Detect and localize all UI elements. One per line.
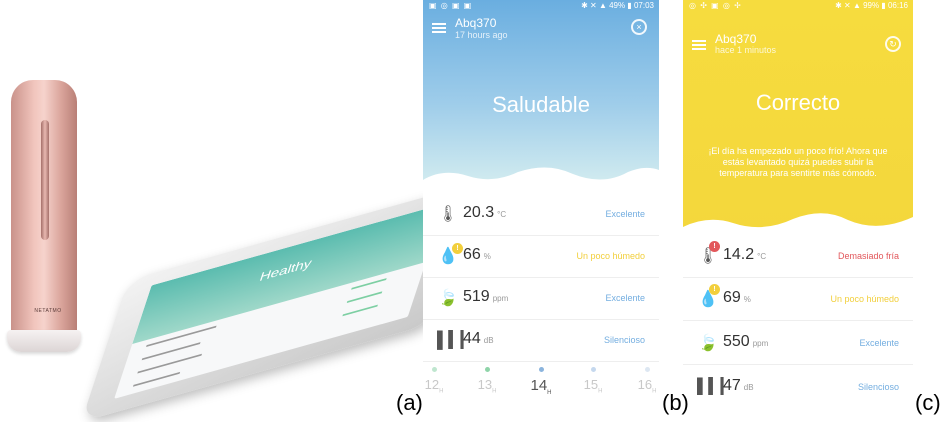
metric-status: Silencioso (603, 335, 645, 345)
thermometer-icon: 🌡 (437, 206, 459, 223)
last-update: hace 1 minutos (715, 45, 777, 55)
device-base (7, 330, 81, 352)
air-quality-state: Correcto (755, 90, 841, 115)
phone-frame: Healthy (81, 182, 478, 422)
metric-row-noise[interactable]: ▌▍▎ 47 dB Silencioso (683, 366, 913, 395)
status-right: ✱ ✕ ▲ 99% ▮ 06:16 (835, 1, 908, 10)
metric-row-temperature[interactable]: 🌡 ! 14.2 °C Demasiado fría (683, 235, 913, 278)
metric-status: Excelente (605, 293, 645, 303)
metric-row-humidity[interactable]: 💧 ! 66% Un poco húmedo (423, 235, 659, 278)
app-screen-b: ▣ ◎ ▣ ▣ ✱ ✕ ▲ 49% ▮ 07:03 Abq370 17 hour… (423, 0, 659, 395)
phone-screen-status (342, 304, 378, 317)
status-notification-icons: ▣ ◎ ▣ ▣ (429, 1, 473, 10)
metric-value: 44 dB (463, 330, 494, 347)
warning-badge: ! (452, 243, 463, 254)
timeline-dot (644, 367, 650, 372)
status-time: 07:03 (633, 1, 654, 10)
leaf-co2-icon: 🍃 (438, 290, 458, 307)
caption-c: (c) (915, 390, 941, 415)
status-bar: ◎ ✣ ▣ ◎ ✢ ✱ ✕ ▲ 99% ▮ 06:16 (683, 0, 913, 13)
phone-screen-status (346, 291, 383, 303)
phone-screen: Healthy (114, 203, 446, 399)
metric-row-noise[interactable]: ▌▍▎ 44 dB Silencioso (423, 319, 659, 362)
advice-text: ¡El día ha empezado un poco frío! Ahora … (708, 146, 888, 178)
device-body: NETATMO (11, 80, 77, 342)
metric-value: 550 ppm (723, 333, 769, 350)
refresh-icon[interactable]: ↻ (885, 36, 901, 52)
metric-unit: dB (743, 383, 754, 392)
iphone-photo: Healthy (81, 160, 478, 422)
device-brand-label: NETATMO (34, 308, 62, 314)
hour-timeline[interactable]: 12H 13H 14H 15H 16H (423, 363, 659, 395)
noise-bars-icon: ▌▍▎ (437, 332, 473, 349)
metric-row-co2[interactable]: 🍃 550 ppm Excelente (683, 322, 913, 365)
timeline-hour[interactable]: 12H (423, 363, 449, 395)
app-screen-c: ◎ ✣ ▣ ◎ ✢ ✱ ✕ ▲ 99% ▮ 06:16 Abq370 hace … (683, 0, 913, 395)
battery-percent: 49% (609, 1, 626, 10)
metric-row-humidity[interactable]: 💧 ! 69% Un poco húmedo (683, 278, 913, 321)
metric-status: Excelente (859, 338, 899, 348)
status-time: 06:16 (887, 1, 908, 10)
timeline-dot (538, 367, 544, 372)
cloud-wave (423, 167, 659, 196)
timeline-hour[interactable]: 15H (578, 363, 608, 395)
status-notification-icons: ◎ ✣ ▣ ◎ ✢ (689, 1, 742, 10)
metric-value: 47 dB (723, 377, 754, 394)
caption-b: (b) (662, 390, 689, 415)
metric-value: 66% (463, 246, 491, 263)
alert-badge: ! (709, 241, 720, 252)
metric-value: 20.3 °C (463, 204, 507, 221)
netatmo-device: NETATMO (7, 80, 85, 360)
device-light-slot (41, 120, 49, 240)
metric-unit: % (483, 252, 491, 261)
metric-unit: % (743, 295, 751, 304)
leaf-co2-icon: 🍃 (698, 335, 718, 352)
station-name: Abq370 (455, 16, 497, 30)
timeline-hour[interactable]: 13H (472, 363, 502, 395)
phone-screen-row (132, 371, 181, 387)
caption-a: (a) (396, 390, 423, 415)
metric-status: Excelente (605, 209, 645, 219)
menu-icon[interactable] (432, 23, 446, 33)
warning-badge: ! (709, 284, 720, 295)
status-bar: ▣ ◎ ▣ ▣ ✱ ✕ ▲ 49% ▮ 07:03 (423, 0, 659, 13)
timeline-dot (590, 367, 596, 372)
timeline-hour-selected[interactable]: 14H (526, 363, 556, 395)
metric-value: 519 ppm (463, 288, 509, 305)
metric-status: Demasiado fría (837, 251, 899, 261)
metric-status: Un poco húmedo (576, 251, 645, 261)
timeline-hour[interactable]: 16H (632, 363, 659, 395)
metric-status: Un poco húmedo (830, 294, 899, 304)
last-update: 17 hours ago (455, 30, 508, 40)
station-name: Abq370 (715, 32, 757, 46)
metric-unit: °C (497, 210, 507, 219)
status-right: ✱ ✕ ▲ 49% ▮ 07:03 (581, 1, 654, 10)
noise-bars-icon: ▌▍▎ (697, 379, 733, 395)
metric-unit: °C (757, 252, 767, 261)
menu-icon[interactable] (692, 40, 706, 50)
metric-value: 69% (723, 289, 751, 306)
metric-value: 14.2 °C (723, 246, 767, 263)
metric-status: Silencioso (857, 382, 899, 392)
refresh-icon[interactable]: × (631, 19, 647, 35)
timeline-dot (431, 367, 437, 372)
metric-row-temperature[interactable]: 🌡 20.3 °C Excelente (423, 193, 659, 236)
metric-unit: ppm (752, 339, 769, 348)
air-quality-state: Saludable (492, 92, 590, 117)
metric-row-co2[interactable]: 🍃 519 ppm Excelente (423, 277, 659, 320)
battery-percent: 99% (863, 1, 880, 10)
timeline-dot (484, 367, 490, 372)
metric-unit: dB (483, 336, 494, 345)
metric-unit: ppm (492, 294, 509, 303)
